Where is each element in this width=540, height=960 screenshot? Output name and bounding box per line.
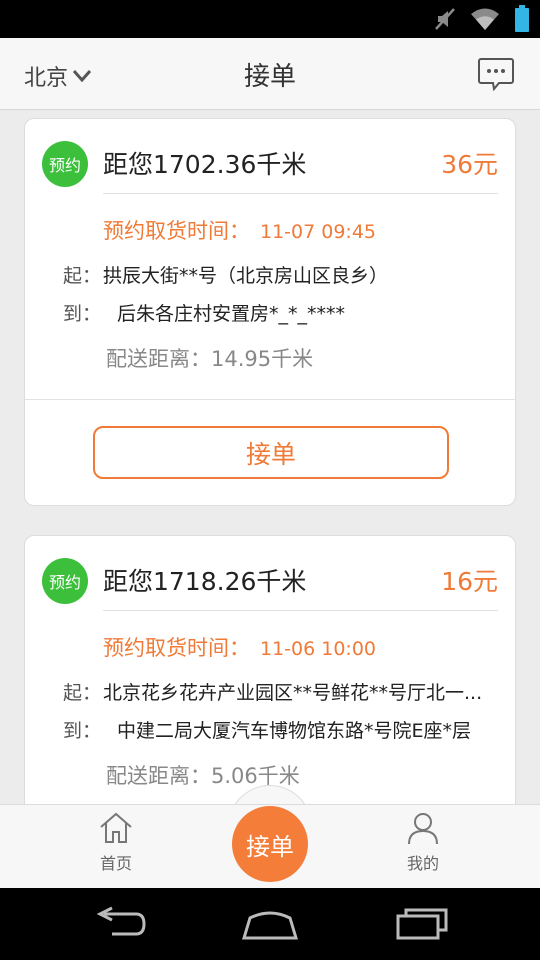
from-address: 北京花乡花卉产业园区**号鲜花**号厅北一... — [103, 682, 483, 704]
order-card: 预约 距您1718.26千米 16元 预约取货时间： 11-06 10:00 起：… — [24, 535, 516, 804]
reservation-badge: 预约 — [42, 141, 88, 187]
wifi-icon — [471, 8, 499, 30]
order-distance: 距您1702.36千米 — [103, 150, 307, 179]
order-distance: 距您1718.26千米 — [103, 567, 307, 596]
to-address-row: 到： 中建二局大厦汽车博物馆东路*号院E座*层 — [63, 716, 515, 743]
battery-icon — [515, 5, 529, 32]
tab-home-label: 首页 — [99, 854, 132, 873]
order-card: 预约 距您1702.36千米 36元 预约取货时间： 11-07 09:45 起：… — [24, 118, 516, 506]
pickup-time: 11-06 10:00 — [260, 638, 377, 660]
message-icon — [478, 58, 514, 92]
from-address-row: 起： 拱辰大街**号（北京房山区良乡） — [63, 261, 515, 288]
order-list: 预约 距您1702.36千米 36元 预约取货时间： 11-07 09:45 起：… — [0, 110, 540, 804]
page-title: 接单 — [243, 62, 296, 92]
pickup-label: 预约取货时间： — [103, 219, 250, 243]
pickup-time-row: 预约取货时间： 11-07 09:45 — [103, 215, 376, 245]
message-button[interactable] — [478, 57, 514, 92]
status-bar — [0, 0, 540, 38]
to-prefix: 到： — [63, 720, 102, 742]
back-icon[interactable] — [92, 906, 148, 942]
tab-accept-orders[interactable]: 接单 — [232, 806, 308, 882]
to-prefix: 到： — [63, 303, 102, 325]
mute-icon — [435, 8, 455, 30]
from-address-row: 起： 北京花乡花卉产业园区**号鲜花**号厅北一... — [63, 678, 515, 705]
recents-icon[interactable] — [394, 906, 450, 942]
to-address: 中建二局大厦汽车博物馆东路*号院E座*层 — [117, 720, 472, 742]
delivery-distance: 配送距离：14.95千米 — [106, 347, 314, 371]
order-price: 36元 — [441, 150, 498, 179]
from-address: 拱辰大街**号（北京房山区良乡） — [103, 265, 389, 287]
to-address-row: 到： 后朱各庄村安置房*_*_**** — [63, 299, 515, 326]
system-nav-bar — [0, 888, 540, 960]
home-nav-icon[interactable] — [240, 906, 300, 942]
to-address: 后朱各庄村安置房*_*_**** — [117, 303, 346, 325]
accept-order-button[interactable]: 接单 — [93, 426, 449, 479]
tab-home[interactable]: 首页 — [76, 811, 156, 874]
from-prefix: 起： — [63, 682, 102, 704]
tab-mine-label: 我的 — [406, 854, 439, 873]
pickup-time: 11-07 09:45 — [260, 221, 377, 243]
user-icon — [408, 813, 438, 845]
divider — [103, 193, 498, 194]
tab-mine[interactable]: 我的 — [383, 811, 463, 874]
card-divider — [25, 399, 515, 400]
reservation-badge: 预约 — [42, 558, 88, 604]
home-icon — [100, 812, 132, 843]
divider — [103, 610, 498, 611]
pickup-label: 预约取货时间： — [103, 636, 250, 660]
from-prefix: 起： — [63, 265, 102, 287]
app-header: 北京 接单 — [0, 38, 540, 110]
pickup-time-row: 预约取货时间： 11-06 10:00 — [103, 632, 376, 662]
order-price: 16元 — [441, 567, 498, 596]
